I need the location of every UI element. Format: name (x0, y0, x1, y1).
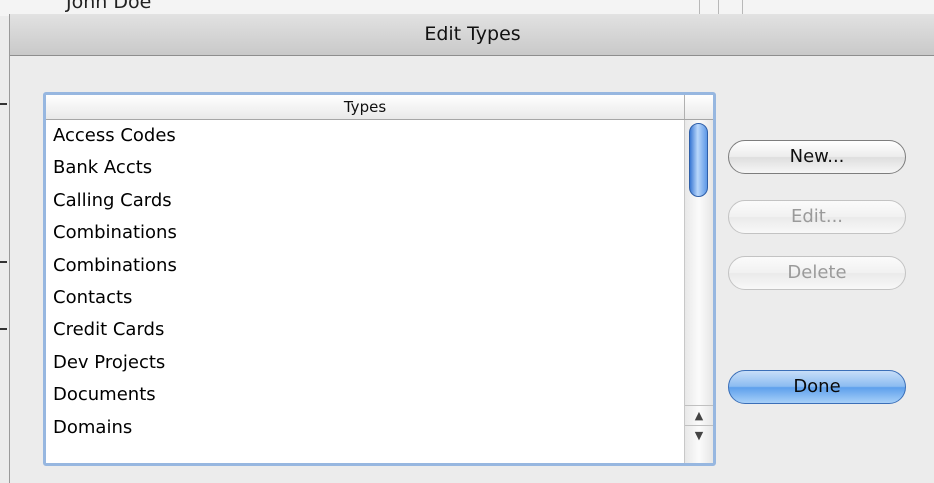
table-header: Types (46, 95, 713, 120)
list-item[interactable]: Calling Cards (46, 185, 684, 217)
types-table[interactable]: Types Access Codes Bank Accts Calling Ca… (43, 92, 716, 466)
edit-types-dialog: Edit Types Types Access Codes Bank Accts… (9, 14, 934, 483)
edge-tick (0, 103, 7, 105)
scroll-thumb[interactable] (689, 123, 708, 197)
new-button[interactable]: New... (728, 140, 906, 174)
dialog-title: Edit Types (424, 23, 521, 45)
list-item[interactable]: Credit Cards (46, 314, 684, 346)
list-item[interactable]: Domains (46, 412, 684, 444)
background-contact-name: John Doe (66, 0, 152, 13)
edge-tick (0, 328, 7, 330)
delete-button[interactable]: Delete (728, 256, 906, 290)
types-list[interactable]: Access Codes Bank Accts Calling Cards Co… (46, 120, 684, 463)
list-item[interactable]: Dev Projects (46, 347, 684, 379)
column-header-types[interactable]: Types (46, 95, 685, 119)
list-item[interactable]: Access Codes (46, 120, 684, 152)
scroll-down-arrow-icon[interactable]: ▼ (685, 425, 713, 446)
edge-tick (0, 261, 7, 263)
list-item[interactable]: Contacts (46, 282, 684, 314)
header-corner (685, 95, 713, 119)
done-button[interactable]: Done (728, 370, 906, 404)
list-item[interactable]: Bank Accts (46, 152, 684, 184)
dialog-titlebar: Edit Types (10, 14, 934, 56)
background-window-edge (0, 16, 9, 483)
list-item[interactable]: Documents (46, 379, 684, 411)
list-item[interactable]: Combinations (46, 217, 684, 249)
vertical-scrollbar[interactable]: ▲ ▼ (684, 120, 713, 463)
scroll-up-arrow-icon[interactable]: ▲ (685, 405, 713, 426)
edit-button[interactable]: Edit... (728, 200, 906, 234)
list-item[interactable]: Combinations (46, 250, 684, 282)
